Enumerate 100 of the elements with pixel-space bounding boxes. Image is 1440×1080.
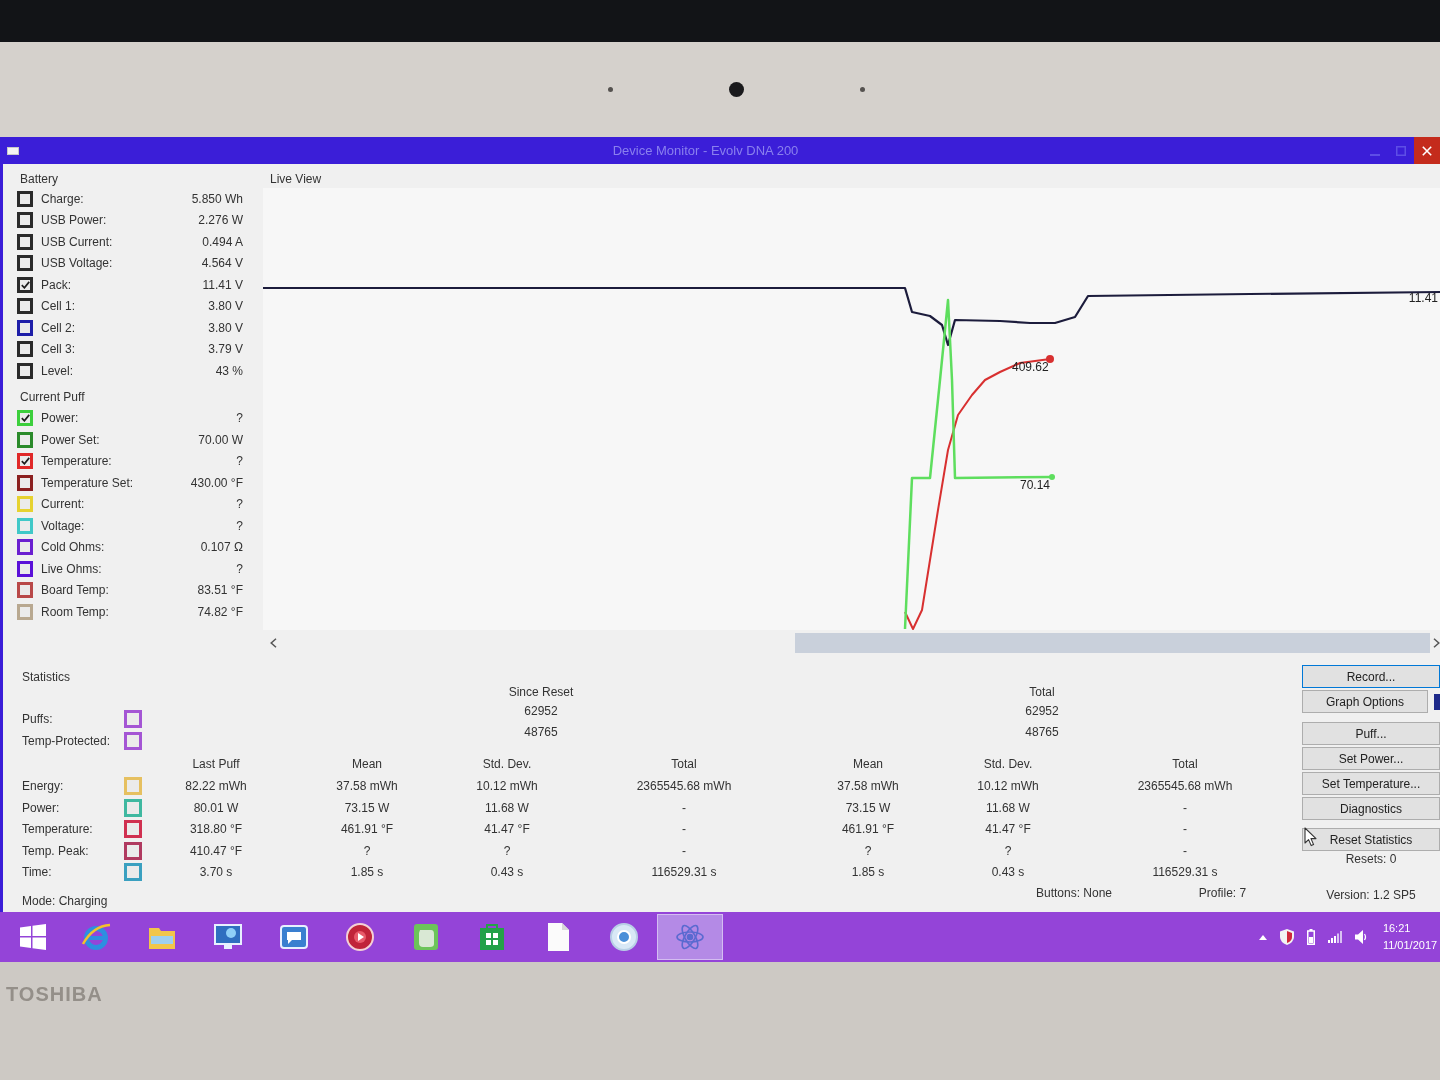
checkbox[interactable] bbox=[17, 362, 33, 379]
indicator-dot-icon bbox=[859, 87, 865, 92]
action-button[interactable]: Set Power... bbox=[1302, 747, 1440, 770]
row-label: Energy: bbox=[22, 779, 64, 794]
row-label: Time: bbox=[22, 865, 52, 880]
checkbox[interactable] bbox=[17, 212, 33, 229]
scrollbar-thumb[interactable] bbox=[795, 633, 1430, 653]
table-cell: ? bbox=[1004, 843, 1012, 858]
field-value: 3.80 V bbox=[208, 320, 243, 335]
shield-icon[interactable] bbox=[1280, 929, 1294, 945]
column-header: Mean bbox=[853, 756, 883, 773]
action-button[interactable]: Set Temperature... bbox=[1302, 772, 1440, 795]
maximize-icon bbox=[1396, 145, 1406, 156]
action-button[interactable]: Puff... bbox=[1302, 722, 1440, 745]
table-cell: 0.43 s bbox=[490, 865, 524, 880]
column-header: Since Reset bbox=[508, 684, 574, 701]
field-value: 2.276 W bbox=[198, 213, 243, 228]
checkbox[interactable] bbox=[124, 710, 142, 728]
field-value: 43 % bbox=[215, 363, 243, 378]
table-cell: 0.43 s bbox=[991, 865, 1025, 880]
table-cell: 1.85 s bbox=[350, 865, 384, 880]
brand-text: TOSHIBA bbox=[6, 983, 103, 1005]
close-button[interactable] bbox=[1414, 137, 1440, 164]
checkbox[interactable] bbox=[17, 517, 33, 534]
color-swatch-icon[interactable] bbox=[1434, 693, 1440, 710]
action-button[interactable]: Diagnostics bbox=[1302, 797, 1440, 820]
checkmark-icon bbox=[20, 457, 30, 466]
volume-icon[interactable] bbox=[1355, 930, 1367, 944]
battery-icon[interactable] bbox=[1307, 929, 1315, 945]
column-header: Total bbox=[671, 756, 697, 773]
table-cell: 461.91 °F bbox=[340, 822, 394, 837]
play-disc-icon bbox=[345, 922, 375, 952]
taskbar-button[interactable] bbox=[657, 914, 723, 960]
checkbox[interactable] bbox=[17, 474, 33, 491]
chevron-left-icon[interactable] bbox=[270, 638, 277, 648]
checkbox[interactable] bbox=[124, 732, 142, 750]
table-cell: ? bbox=[503, 843, 511, 858]
checkbox[interactable] bbox=[17, 560, 33, 577]
checkbox[interactable] bbox=[17, 190, 33, 207]
field-label: Level: bbox=[41, 363, 74, 378]
value-label: 70.14 bbox=[1020, 477, 1051, 493]
signal-icon[interactable] bbox=[1328, 931, 1342, 943]
table-cell: 37.58 mWh bbox=[336, 779, 398, 794]
checkbox[interactable] bbox=[17, 431, 33, 448]
field-label: Board Temp: bbox=[41, 583, 109, 598]
checkbox[interactable] bbox=[17, 233, 33, 250]
table-cell: - bbox=[1183, 822, 1187, 837]
caret-up-icon[interactable] bbox=[1259, 934, 1267, 940]
field-label: Cell 2: bbox=[41, 320, 75, 335]
checkbox[interactable] bbox=[17, 341, 33, 358]
window-menu-icon[interactable] bbox=[7, 146, 19, 155]
status-text: Mode: Charging bbox=[22, 893, 108, 908]
field-value: 4.564 V bbox=[201, 256, 243, 271]
table-cell: ? bbox=[363, 843, 371, 858]
checkbox[interactable] bbox=[17, 603, 33, 620]
checkbox[interactable] bbox=[124, 863, 142, 882]
action-button[interactable]: Record... bbox=[1302, 665, 1440, 688]
field-label: USB Current: bbox=[41, 234, 113, 249]
group-title: Current Puff bbox=[19, 388, 86, 406]
table-cell: 1.85 s bbox=[851, 865, 885, 880]
checkbox[interactable] bbox=[17, 276, 33, 293]
checkbox[interactable] bbox=[17, 453, 33, 470]
field-value: 0.494 A bbox=[202, 234, 243, 249]
indicator-dot-icon bbox=[607, 87, 613, 92]
table-cell: 2365545.68 mWh bbox=[1137, 779, 1233, 794]
counter-value: 62952 bbox=[1025, 703, 1059, 720]
checkbox[interactable] bbox=[17, 298, 33, 315]
status-text: Resets: 0 bbox=[1344, 852, 1398, 866]
chevron-right-icon[interactable] bbox=[1433, 638, 1440, 648]
checkbox[interactable] bbox=[124, 841, 142, 860]
counter-value: 62952 bbox=[524, 703, 558, 720]
action-button[interactable]: Reset Statistics bbox=[1302, 828, 1440, 851]
field-label: Power: bbox=[41, 411, 79, 426]
table-cell: - bbox=[1183, 843, 1187, 858]
checkbox[interactable] bbox=[17, 410, 33, 427]
field-label: Voltage: bbox=[41, 518, 85, 533]
atom-icon bbox=[675, 922, 705, 952]
table-cell: 3.70 s bbox=[199, 865, 233, 880]
ring-orbit-icon bbox=[81, 922, 111, 952]
checkbox[interactable] bbox=[124, 820, 142, 839]
column-header: Total bbox=[1172, 756, 1198, 773]
action-button[interactable]: Graph Options bbox=[1302, 690, 1428, 713]
checkbox[interactable] bbox=[17, 539, 33, 556]
table-cell: 116529.31 s bbox=[651, 865, 717, 880]
field-label: USB Voltage: bbox=[41, 256, 113, 271]
checkmark-icon bbox=[20, 280, 30, 289]
clock[interactable]: 16:21 11/01/2017 bbox=[1380, 920, 1440, 954]
note-tile-icon bbox=[411, 922, 441, 952]
table-cell: - bbox=[682, 800, 686, 815]
checkbox[interactable] bbox=[17, 319, 33, 336]
status-text: Profile: 7 bbox=[1198, 886, 1247, 900]
field-label: Cell 3: bbox=[41, 342, 75, 357]
table-cell: 41.47 °F bbox=[484, 822, 530, 837]
column-header: Std. Dev. bbox=[983, 756, 1033, 773]
field-label: Power Set: bbox=[41, 432, 100, 447]
camera-icon bbox=[728, 82, 744, 97]
checkbox[interactable] bbox=[17, 255, 33, 272]
field-value: 3.80 V bbox=[208, 299, 243, 314]
checkbox[interactable] bbox=[17, 582, 33, 599]
checkbox[interactable] bbox=[124, 798, 142, 817]
